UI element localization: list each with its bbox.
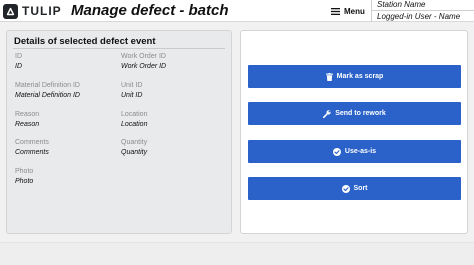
field-value-id: ID [15,63,22,70]
field-value-location: Location [121,121,148,128]
field-value-quantity: Quantity [121,149,148,156]
field-value-unit-id: Unit ID [121,92,143,99]
use-as-is-button[interactable]: Use-as-is [248,140,461,163]
wrench-icon [323,109,331,118]
trash-icon [325,72,333,81]
field-label-unit-id: Unit ID [121,82,143,89]
tulip-logo-icon [3,3,18,19]
field-label-location: Location [121,111,148,118]
field-label-id: ID [15,53,22,60]
sort-label: Sort [353,185,368,192]
field-label-quantity: Quantity [121,139,148,146]
mark-as-scrap-label: Mark as scrap [336,73,384,80]
mark-as-scrap-button[interactable]: Mark as scrap [248,65,461,88]
field-value-work-order-id: Work Order ID [121,63,167,70]
station-divider [372,10,474,11]
use-as-is-label: Use-as-is [344,148,377,155]
menu-button[interactable]: Menu [331,5,365,17]
field-value-photo: Photo [15,178,34,185]
field-label-photo: Photo [15,168,34,175]
logged-in-user: Logged-in User - Name [377,12,461,21]
defect-details-panel: Details of selected defect event ID ID W… [6,30,232,234]
station-name: Station Name [377,0,426,9]
details-divider [13,48,225,49]
footer-bar [0,242,474,265]
defect-actions-panel: Mark as scrap Send to rework Use-as-is S… [240,30,468,234]
field-value-reason: Reason [15,121,40,128]
page-title: Manage defect - batch [71,2,229,19]
tulip-logo: TULIP [3,3,62,19]
field-label-comments: Comments [15,139,49,146]
check-circle-icon [332,147,341,156]
check-circle-icon [341,184,350,193]
sort-button[interactable]: Sort [248,177,461,200]
send-to-rework-button[interactable]: Send to rework [248,102,461,125]
field-label-reason: Reason [15,111,40,118]
station-info: Station Name Logged-in User - Name [371,0,474,22]
field-label-work-order-id: Work Order ID [121,53,166,60]
menu-label: Menu [344,6,365,16]
brand-name: TULIP [22,4,62,18]
field-value-material-definition-id: Material Definition ID [15,92,80,99]
hamburger-icon [331,7,340,15]
field-label-material-definition-id: Material Definition ID [15,82,80,89]
send-to-rework-label: Send to rework [335,110,386,117]
top-bar: TULIP Manage defect - batch Menu Station… [0,0,474,22]
field-value-comments: Comments [15,149,49,156]
details-title: Details of selected defect event [14,36,156,47]
